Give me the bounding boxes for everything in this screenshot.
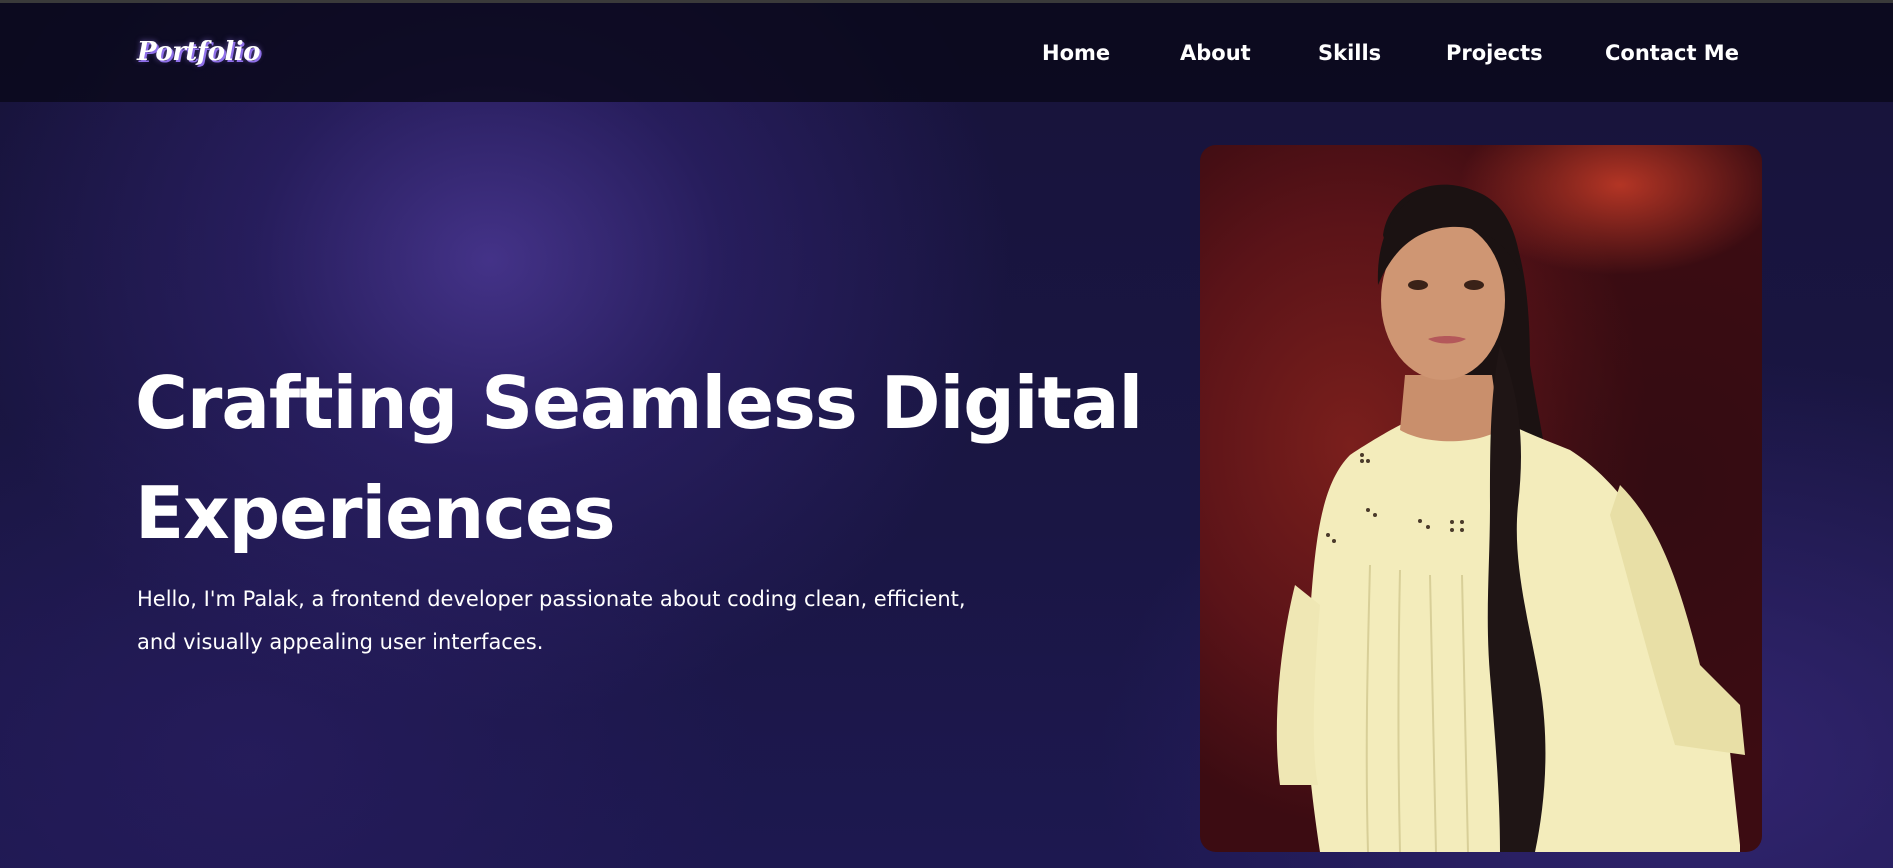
profile-photo (1200, 145, 1762, 852)
nav-skills-link[interactable]: Skills (1318, 41, 1381, 65)
hero-intro-text: Hello, I'm Palak, a frontend developer p… (137, 578, 997, 664)
nav-menu: Home About Skills Projects Contact Me (0, 41, 1893, 71)
nav-about-link[interactable]: About (1180, 41, 1251, 65)
nav-contact-link[interactable]: Contact Me (1605, 41, 1739, 65)
hero-title: Crafting Seamless Digital Experiences (135, 348, 1195, 568)
hero-title-line-2: Experiences (135, 471, 616, 555)
navbar: Portfolio Home About Skills Projects Con… (0, 3, 1893, 102)
nav-projects-link[interactable]: Projects (1446, 41, 1543, 65)
portfolio-page: Portfolio Home About Skills Projects Con… (0, 0, 1893, 868)
person-illustration (1276, 184, 1745, 852)
nav-home-link[interactable]: Home (1042, 41, 1110, 65)
hero-intro-line-1: Hello, I'm Palak, a frontend developer p… (137, 587, 966, 611)
hero-intro-line-2: and visually appealing user interfaces. (137, 630, 544, 654)
hero-title-line-1: Crafting Seamless Digital (135, 361, 1143, 445)
